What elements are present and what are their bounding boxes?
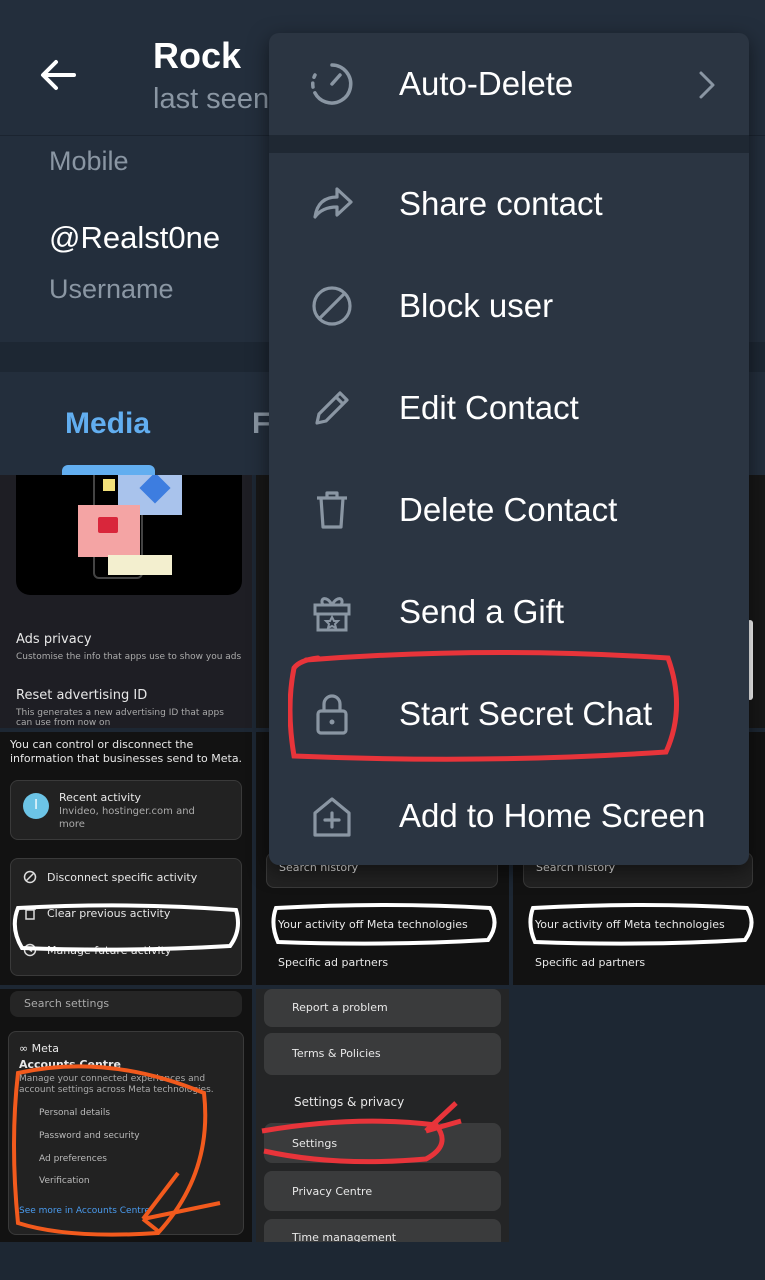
ads-privacy-desc: Customise the info that apps use to show… — [16, 652, 241, 662]
menu-item-add-home-screen[interactable]: Add to Home Screen — [269, 765, 749, 865]
activity-avatar: I — [23, 793, 49, 819]
media-thumbnail-activity[interactable]: You can control or disconnect the inform… — [0, 732, 252, 985]
active-tab-indicator — [62, 465, 155, 475]
gift-icon — [313, 597, 351, 632]
menu-separator — [269, 135, 749, 153]
auto-delete-label: Auto-Delete — [399, 65, 574, 102]
ads-privacy-title: Ads privacy — [16, 632, 92, 647]
last-seen-status: last seen — [153, 83, 270, 115]
menu-item-share-contact[interactable]: Share contact — [269, 153, 749, 255]
report-problem-row: Report a problem — [264, 989, 501, 1027]
trash-icon — [317, 491, 347, 529]
privacy-centre-row: Privacy Centre — [264, 1171, 501, 1211]
red-annotation-scribble — [261, 1101, 462, 1165]
white-annotation-circle-2 — [271, 903, 497, 946]
search-settings-placeholder: Search settings — [24, 997, 110, 1010]
chevron-right-icon — [699, 71, 715, 99]
terms-policies-label: Terms & Policies — [292, 1047, 381, 1060]
block-user-label: Block user — [399, 287, 554, 324]
specific-ad-partners-label: Specific ad partners — [278, 956, 389, 969]
timer-icon — [311, 63, 353, 105]
white-annotation-circle — [12, 903, 240, 952]
add-home-icon — [313, 797, 351, 837]
tab-media[interactable]: Media — [65, 407, 150, 441]
recent-activity-title: Recent activity — [59, 791, 142, 804]
delete-contact-label: Delete Contact — [399, 491, 618, 528]
orange-annotation-scribble — [12, 1064, 221, 1237]
disconnect-activity: Disconnect specific activity — [47, 871, 198, 884]
specific-ad-partners-label-2: Specific ad partners — [535, 956, 646, 969]
time-management-label: Time management — [292, 1231, 397, 1242]
block-icon — [312, 286, 352, 326]
username-value[interactable]: @Realst0ne — [49, 220, 220, 256]
tab-files[interactable]: F — [252, 407, 270, 441]
terms-policies-row: Terms & Policies — [264, 1033, 501, 1075]
back-arrow-icon[interactable] — [36, 52, 82, 98]
contact-name: Rock — [153, 35, 242, 76]
red-annotation-circle — [288, 649, 679, 762]
activity-intro: You can control or disconnect the inform… — [10, 738, 243, 765]
share-contact-label: Share contact — [399, 185, 603, 222]
reset-advertising-id-desc: This generates a new advertising ID that… — [16, 708, 224, 728]
media-thumbnail-ads-privacy[interactable]: Ads privacy Customise the info that apps… — [0, 475, 252, 728]
send-gift-label: Send a Gift — [399, 593, 565, 630]
username-label: Username — [49, 274, 174, 304]
share-icon — [313, 187, 353, 219]
disconnect-icon — [23, 870, 37, 884]
search-settings-bar: Search settings — [10, 991, 242, 1017]
time-management-row: Time management — [264, 1219, 501, 1242]
media-thumbnail-accounts-centre[interactable]: Search settings ∞ Meta Accounts Centre M… — [0, 989, 252, 1242]
recent-activity-card: I Recent activity Invideo, hostinger.com… — [10, 780, 242, 840]
pencil-icon — [315, 391, 349, 425]
menu-item-auto-delete[interactable]: Auto-Delete — [269, 33, 749, 135]
menu-item-block-user[interactable]: Block user — [269, 255, 749, 357]
menu-item-edit-contact[interactable]: Edit Contact — [269, 357, 749, 459]
add-home-screen-label: Add to Home Screen — [399, 797, 706, 834]
ads-illustration — [16, 475, 242, 595]
menu-item-delete-contact[interactable]: Delete Contact — [269, 459, 749, 561]
privacy-centre-label: Privacy Centre — [292, 1185, 373, 1198]
media-thumbnail-fb-settings[interactable]: Report a problem Terms & Policies Settin… — [256, 989, 509, 1242]
report-problem-label: Report a problem — [292, 1001, 388, 1014]
white-annotation-circle-3 — [528, 903, 754, 946]
mobile-label: Mobile — [49, 146, 129, 176]
edit-contact-label: Edit Contact — [399, 389, 579, 426]
reset-advertising-id-title: Reset advertising ID — [16, 688, 148, 703]
recent-activity-sub: Invideo, hostinger.com and more — [59, 806, 195, 830]
